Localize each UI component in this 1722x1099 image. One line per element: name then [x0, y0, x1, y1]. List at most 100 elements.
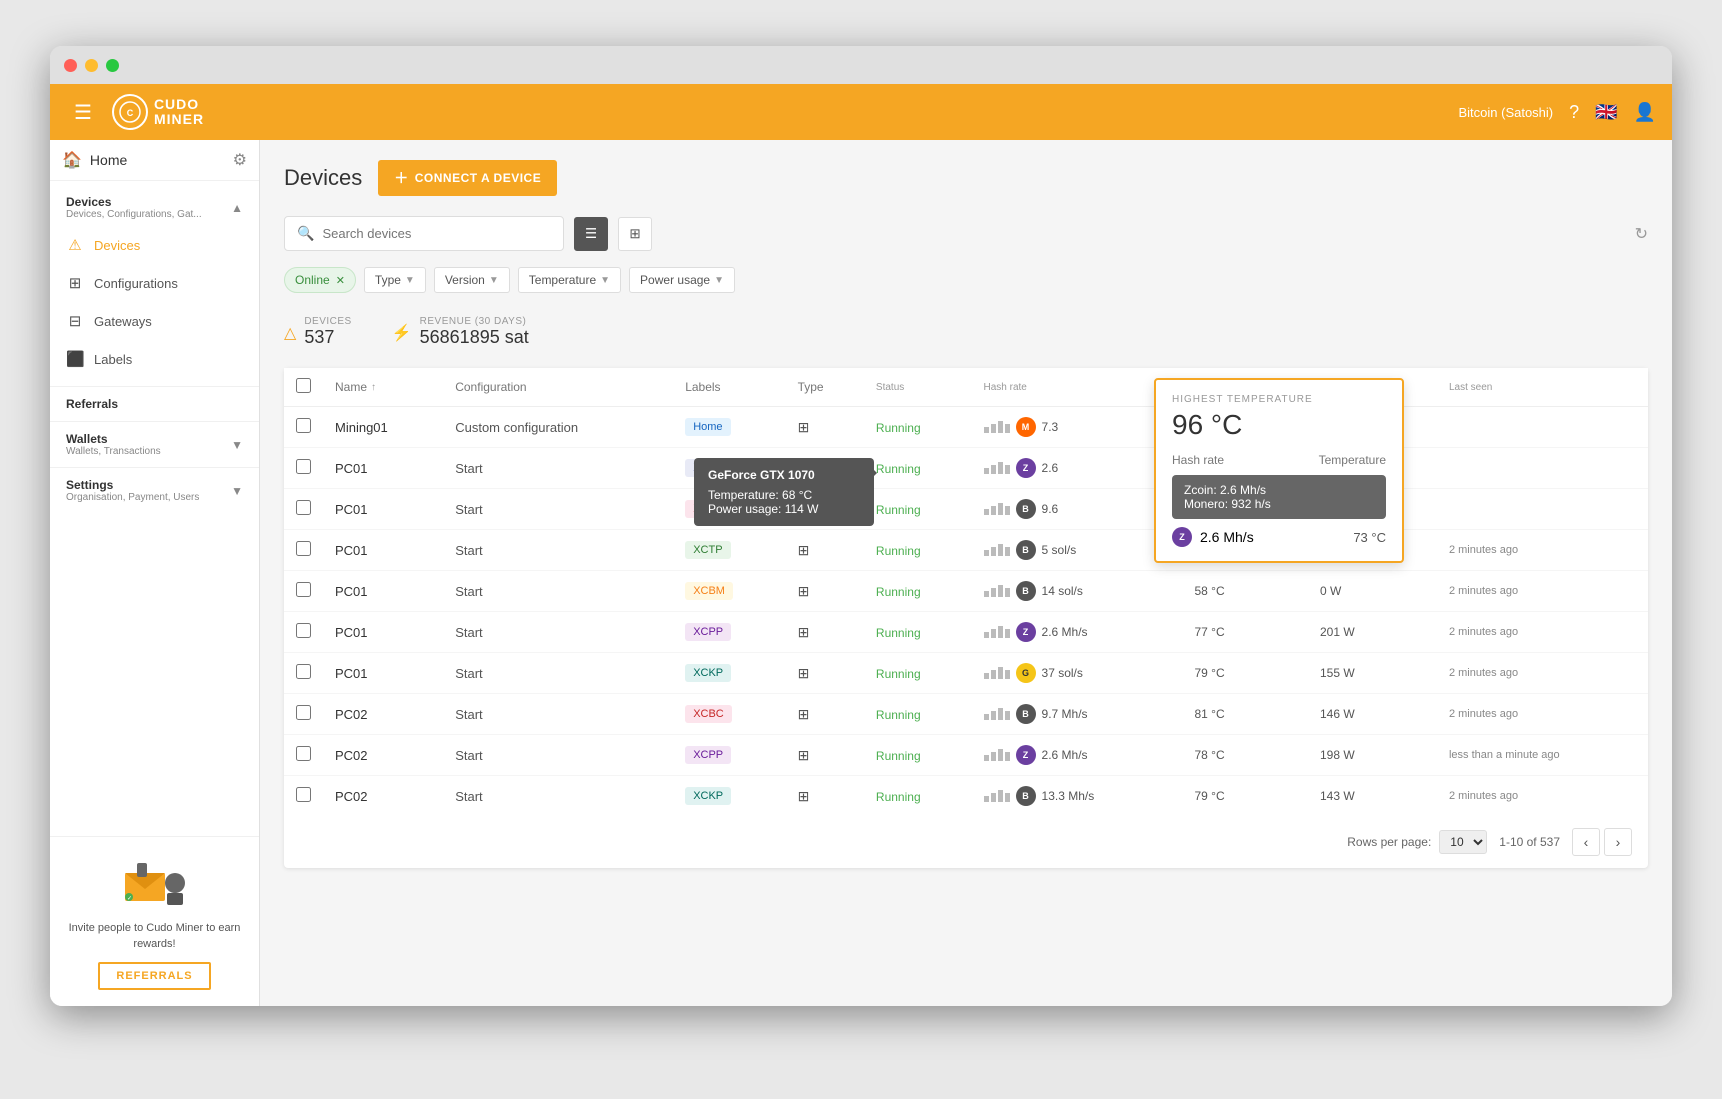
row-select-checkbox[interactable] — [296, 459, 311, 474]
row-config: Start — [443, 448, 673, 489]
wallets-subtitle: Wallets, Transactions — [66, 446, 161, 457]
row-lastseen — [1437, 407, 1648, 448]
grid-view-button[interactable]: ⊞ — [618, 217, 652, 251]
row-checkbox-cell[interactable] — [284, 448, 323, 489]
prev-page-button[interactable]: ‹ — [1572, 828, 1600, 856]
filter-online-close-icon[interactable]: ✕ — [336, 274, 345, 287]
col-type[interactable]: Type — [786, 368, 864, 407]
row-checkbox-cell[interactable] — [284, 612, 323, 653]
label-badge: XCBM — [685, 582, 733, 600]
rows-per-page-select[interactable]: 10 25 50 — [1439, 830, 1487, 854]
table-body: Mining01 Custom configuration Home ⊞ Run… — [284, 407, 1648, 817]
row-select-checkbox[interactable] — [296, 746, 311, 761]
sidebar-home-item[interactable]: 🏠 Home — [62, 150, 127, 170]
mac-maximize-btn[interactable] — [106, 59, 119, 72]
row-checkbox-cell[interactable] — [284, 653, 323, 694]
col-name-label: Name — [335, 380, 367, 394]
filter-version[interactable]: Version ▼ — [434, 267, 510, 293]
list-view-button[interactable]: ☰ — [574, 217, 608, 251]
row-hashrate: Z 2.6 — [972, 448, 1183, 489]
label-badge: XCPP — [685, 623, 731, 641]
row-select-checkbox[interactable] — [296, 541, 311, 556]
toolbar: 🔍 ☰ ⊞ ↻ — [284, 216, 1648, 251]
sidebar-promo: ✓ Invite people to Cudo Miner to earn re… — [50, 836, 259, 1006]
mac-close-btn[interactable] — [64, 59, 77, 72]
sidebar-item-configurations[interactable]: ⊞ Configurations — [50, 264, 259, 302]
table-row: PC02 Start XCPP ⊞ Running Z 2.6 Mh/s 78 … — [284, 735, 1648, 776]
settings-gear-icon[interactable]: ⚙ — [233, 150, 247, 170]
search-input[interactable] — [322, 226, 551, 241]
hamburger-menu-icon[interactable]: ☰ — [66, 96, 100, 129]
coin-icon: B — [1016, 786, 1036, 806]
status-badge: Running — [876, 503, 921, 517]
row-select-checkbox[interactable] — [296, 664, 311, 679]
row-select-checkbox[interactable] — [296, 787, 311, 802]
mac-minimize-btn[interactable] — [85, 59, 98, 72]
row-name: PC01 — [323, 489, 443, 530]
settings-chevron-icon: ▼ — [231, 484, 243, 498]
popup-inner-card: Zcoin: 2.6 Mh/s Monero: 932 h/s — [1172, 475, 1386, 519]
help-icon[interactable]: ? — [1569, 102, 1579, 123]
row-checkbox-cell[interactable] — [284, 407, 323, 448]
hash-rate-value: 13.3 Mh/s — [1042, 789, 1095, 803]
next-page-button[interactable]: › — [1604, 828, 1632, 856]
col-labels[interactable]: Labels — [673, 368, 785, 407]
table-row: PC01 Start XCTP ⊞ Running B 5 sol/s 67 °… — [284, 530, 1648, 571]
label-badge: XCTP — [685, 541, 730, 559]
settings-section[interactable]: Settings Organisation, Payment, Users ▼ — [50, 467, 259, 513]
row-config: Custom configuration — [443, 407, 673, 448]
row-checkbox-cell[interactable] — [284, 489, 323, 530]
devices-stat-value: 537 — [304, 327, 351, 348]
filter-online[interactable]: Online ✕ — [284, 267, 356, 293]
referrals-button[interactable]: REFERRALS — [98, 962, 210, 990]
referrals-label[interactable]: Referrals — [66, 397, 243, 411]
row-checkbox-cell[interactable] — [284, 735, 323, 776]
connect-device-button[interactable]: ＋ CONNECT A DEVICE — [378, 160, 557, 196]
currency-selector[interactable]: Bitcoin (Satoshi) — [1458, 105, 1553, 120]
row-checkbox-cell[interactable] — [284, 530, 323, 571]
row-label: XCKP — [673, 776, 785, 817]
table-row: PC02 Start XCKP ⊞ Running B 13.3 Mh/s 79… — [284, 776, 1648, 817]
devices-section-header[interactable]: Devices Devices, Configurations, Gat... … — [50, 189, 259, 226]
filter-power[interactable]: Power usage ▼ — [629, 267, 735, 293]
sidebar-item-labels[interactable]: ⬛ Labels — [50, 340, 259, 378]
row-type: ⊞ — [786, 694, 864, 735]
row-name: PC02 — [323, 694, 443, 735]
col-name[interactable]: Name ↑ — [323, 368, 443, 407]
row-status: Running — [864, 407, 972, 448]
row-status: Running — [864, 735, 972, 776]
sidebar-item-gateways[interactable]: ⊟ Gateways — [50, 302, 259, 340]
row-select-checkbox[interactable] — [296, 705, 311, 720]
sort-name-icon: ↑ — [371, 382, 376, 393]
row-checkbox-cell[interactable] — [284, 694, 323, 735]
row-checkbox-cell[interactable] — [284, 776, 323, 817]
popup-rate-row: Z 2.6 Mh/s 73 °C — [1172, 527, 1386, 547]
filter-temperature[interactable]: Temperature ▼ — [518, 267, 621, 293]
row-checkbox-cell[interactable] — [284, 571, 323, 612]
user-account-icon[interactable]: 👤 — [1634, 102, 1656, 123]
wallets-section[interactable]: Wallets Wallets, Transactions ▼ — [50, 421, 259, 467]
row-select-checkbox[interactable] — [296, 582, 311, 597]
row-select-checkbox[interactable] — [296, 418, 311, 433]
promo-text: Invite people to Cudo Miner to earn rewa… — [66, 921, 243, 952]
sidebar: 🏠 Home ⚙ Devices Devices, Configurations… — [50, 140, 260, 1006]
table-row: PC01 Start XCPP ⊞ Running Z 2.6 Mh/s 77 … — [284, 612, 1648, 653]
table-row: PC01 Start XCBC ⊞ Running B 9.6 — — — [284, 489, 1648, 530]
row-select-checkbox[interactable] — [296, 500, 311, 515]
search-box[interactable]: 🔍 — [284, 216, 564, 251]
row-lastseen: 2 minutes ago — [1437, 612, 1648, 653]
col-configuration[interactable]: Configuration — [443, 368, 673, 407]
filter-type[interactable]: Type ▼ — [364, 267, 426, 293]
content-area: Devices ＋ CONNECT A DEVICE 🔍 ☰ ⊞ ↻ — [260, 140, 1672, 1006]
row-temp: 78 °C — [1182, 735, 1308, 776]
row-select-checkbox[interactable] — [296, 623, 311, 638]
sidebar-item-devices[interactable]: ⚠ Devices — [50, 226, 259, 264]
row-type: ⊞ — [786, 530, 864, 571]
devices-section: Devices Devices, Configurations, Gat... … — [50, 181, 259, 386]
language-icon[interactable]: 🇬🇧 — [1595, 102, 1617, 123]
svg-text:✓: ✓ — [127, 896, 132, 902]
status-badge: Running — [876, 790, 921, 804]
select-all-checkbox[interactable] — [296, 378, 311, 393]
refresh-icon[interactable]: ↻ — [1635, 224, 1648, 244]
tooltip-title: GeForce GTX 1070 — [708, 468, 860, 482]
